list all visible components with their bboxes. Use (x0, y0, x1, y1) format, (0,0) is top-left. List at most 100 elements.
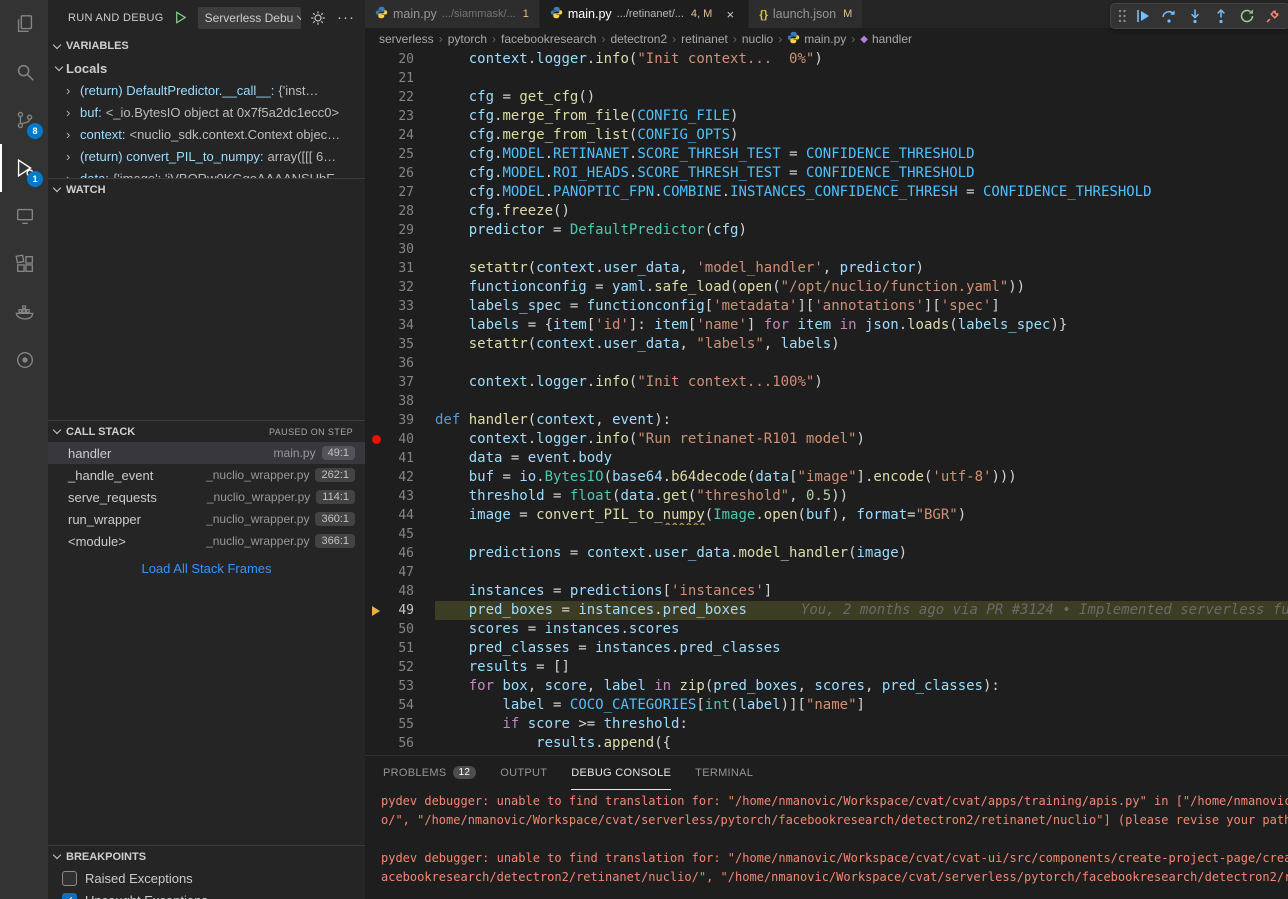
code-line[interactable]: 50 scores = instances.scores (365, 620, 1288, 639)
code-text[interactable]: cfg.MODEL.RETINANET.SCORE_THRESH_TEST = … (435, 145, 1288, 164)
code-text[interactable] (435, 354, 1288, 373)
breakpoints-section-header[interactable]: BREAKPOINTS (48, 845, 365, 867)
gutter[interactable]: 45 (365, 525, 435, 544)
gear-icon[interactable] (307, 7, 329, 29)
gutter-decoration[interactable] (368, 376, 384, 390)
gutter[interactable]: 23 (365, 107, 435, 126)
gutter-decoration[interactable] (368, 338, 384, 352)
gutter[interactable]: 50 (365, 620, 435, 639)
code-line[interactable]: 31 setattr(context.user_data, 'model_han… (365, 259, 1288, 278)
gutter[interactable]: 49 (365, 601, 435, 620)
remote-explorer-icon[interactable] (0, 192, 48, 240)
breakpoint-checkbox[interactable] (62, 871, 77, 886)
breadcrumb-item[interactable]: serverless (379, 32, 434, 46)
code-text[interactable]: instances = predictions['instances'] (435, 582, 1288, 601)
gutter-decoration[interactable] (368, 661, 384, 675)
breakpoint-icon[interactable] (368, 433, 384, 447)
code-line[interactable]: 47 (365, 563, 1288, 582)
gutter[interactable]: 46 (365, 544, 435, 563)
breadcrumb-item[interactable]: ◆handler (860, 32, 912, 46)
gutter-decoration[interactable] (368, 471, 384, 485)
editor-tab[interactable]: {}launch.jsonM (749, 0, 863, 28)
code-line[interactable]: 53 for box, score, label in zip(pred_box… (365, 677, 1288, 696)
editor-tab[interactable]: main.py.../retinanet/...4, M× (540, 0, 749, 28)
code-text[interactable]: cfg.merge_from_list(CONFIG_OPTS) (435, 126, 1288, 145)
stack-frame[interactable]: handlermain.py49:1 (48, 442, 365, 464)
restart-button[interactable] (1235, 4, 1259, 28)
gutter[interactable]: 52 (365, 658, 435, 677)
gutter[interactable]: 37 (365, 373, 435, 392)
continue-button[interactable] (1131, 4, 1155, 28)
code-text[interactable]: cfg.freeze() (435, 202, 1288, 221)
step-into-button[interactable] (1183, 4, 1207, 28)
start-debugging-button[interactable] (170, 7, 192, 29)
code-text[interactable]: cfg = get_cfg() (435, 88, 1288, 107)
gutter[interactable]: 25 (365, 145, 435, 164)
gutter[interactable]: 55 (365, 715, 435, 734)
gutter[interactable]: 36 (365, 354, 435, 373)
code-text[interactable]: pred_classes = instances.pred_classes (435, 639, 1288, 658)
gutter[interactable]: 54 (365, 696, 435, 715)
gutter-decoration[interactable] (368, 414, 384, 428)
code-line[interactable]: 37 context.logger.info("Init context...1… (365, 373, 1288, 392)
code-text[interactable] (435, 69, 1288, 88)
gutter-decoration[interactable] (368, 224, 384, 238)
step-out-button[interactable] (1209, 4, 1233, 28)
code-text[interactable]: results.append({ (435, 734, 1288, 753)
console-line[interactable]: pydev debugger: unable to find translati… (381, 849, 1288, 868)
gutter-decoration[interactable] (368, 110, 384, 124)
gutter[interactable]: 38 (365, 392, 435, 411)
gutter[interactable]: 31 (365, 259, 435, 278)
call-stack-section-header[interactable]: CALL STACK PAUSED ON STEP (48, 420, 365, 442)
gutter-decoration[interactable] (368, 623, 384, 637)
variable-item[interactable]: ›(return) DefaultPredictor.__call__: {'i… (48, 79, 365, 101)
code-line[interactable]: 20 context.logger.info("Init context... … (365, 50, 1288, 69)
gutter[interactable]: 39 (365, 411, 435, 430)
code-line[interactable]: 25 cfg.MODEL.RETINANET.SCORE_THRESH_TEST… (365, 145, 1288, 164)
gutter-decoration[interactable] (368, 528, 384, 542)
gutter-decoration[interactable] (368, 167, 384, 181)
code-text[interactable]: for box, score, label in zip(pred_boxes,… (435, 677, 1288, 696)
code-line[interactable]: 49 pred_boxes = instances.pred_boxesYou,… (365, 601, 1288, 620)
code-line[interactable]: 43 threshold = float(data.get("threshold… (365, 487, 1288, 506)
gutter-decoration[interactable] (368, 490, 384, 504)
gutter[interactable]: 32 (365, 278, 435, 297)
code-line[interactable]: 48 instances = predictions['instances'] (365, 582, 1288, 601)
code-text[interactable]: buf = io.BytesIO(base64.b64decode(data["… (435, 468, 1288, 487)
code-text[interactable]: context.logger.info("Run retinanet-R101 … (435, 430, 1288, 449)
gutter-decoration[interactable] (368, 452, 384, 466)
breadcrumb-item[interactable]: main.py (787, 31, 846, 47)
gutter[interactable]: 53 (365, 677, 435, 696)
gutter-decoration[interactable] (368, 243, 384, 257)
code-line[interactable]: 54 label = COCO_CATEGORIES[int(label)]["… (365, 696, 1288, 715)
code-line[interactable]: 44 image = convert_PIL_to_numpy(Image.op… (365, 506, 1288, 525)
gutter-decoration[interactable] (368, 680, 384, 694)
gutter-decoration[interactable] (368, 547, 384, 561)
gutter[interactable]: 24 (365, 126, 435, 145)
panel-tab-problems[interactable]: PROBLEMS12 (383, 756, 476, 790)
gutter[interactable]: 40 (365, 430, 435, 449)
code-text[interactable] (435, 392, 1288, 411)
code-line[interactable]: 23 cfg.merge_from_file(CONFIG_FILE) (365, 107, 1288, 126)
editor-tab[interactable]: main.py.../siammask/...1 (365, 0, 540, 28)
code-line[interactable]: 52 results = [] (365, 658, 1288, 677)
run-and-debug-icon[interactable]: 1 (0, 144, 48, 192)
stack-frame[interactable]: <module>_nuclio_wrapper.py366:1 (48, 530, 365, 552)
breakpoint-item[interactable]: ✓Uncaught Exceptions (48, 889, 365, 899)
gutter[interactable]: 47 (365, 563, 435, 582)
variable-item[interactable]: ›buf: <_io.BytesIO object at 0x7f5a2dc1e… (48, 101, 365, 123)
code-line[interactable]: 28 cfg.freeze() (365, 202, 1288, 221)
breakpoint-checkbox[interactable]: ✓ (62, 893, 77, 899)
gutter-decoration[interactable] (368, 281, 384, 295)
gutter[interactable]: 22 (365, 88, 435, 107)
code-text[interactable]: def handler(context, event): (435, 411, 1288, 430)
console-line[interactable]: pydev debugger: unable to find translati… (381, 792, 1288, 811)
gutter-decoration[interactable] (368, 718, 384, 732)
gutter-decoration[interactable] (368, 319, 384, 333)
gutter-decoration[interactable] (368, 148, 384, 162)
gutter[interactable]: 43 (365, 487, 435, 506)
gutter[interactable]: 35 (365, 335, 435, 354)
code-line[interactable]: 36 (365, 354, 1288, 373)
code-text[interactable]: results = [] (435, 658, 1288, 677)
search-icon[interactable] (0, 48, 48, 96)
